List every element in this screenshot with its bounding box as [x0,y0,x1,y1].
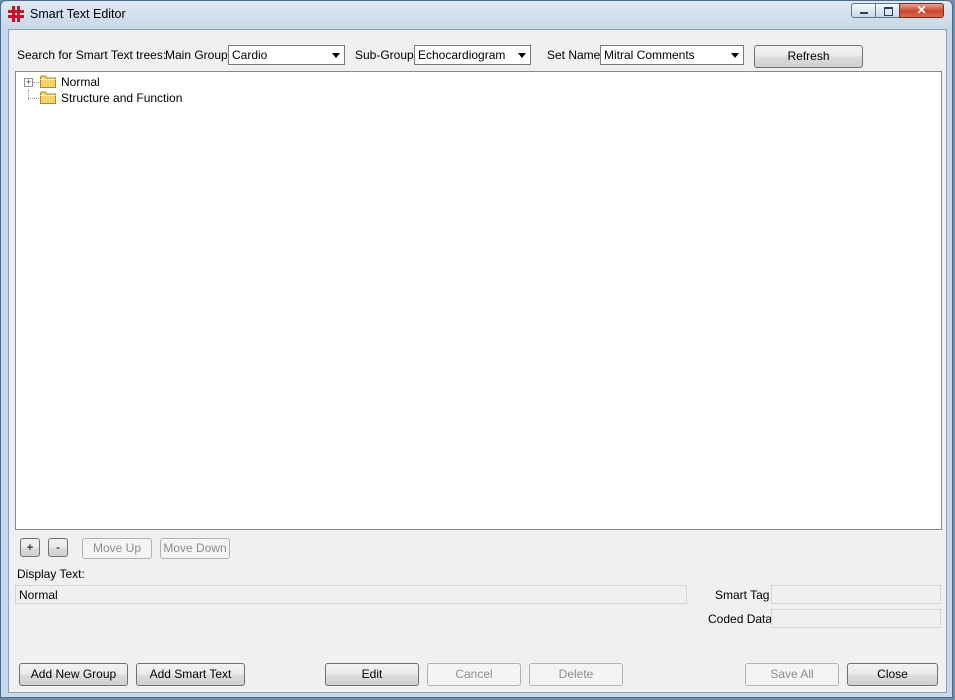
edit-button[interactable]: Edit [325,663,419,686]
maximize-icon [884,7,893,16]
window-controls: ✕ [851,3,944,18]
window-title: Smart Text Editor [30,7,126,21]
coded-data-label: Coded Data [708,612,773,626]
expand-icon[interactable]: + [24,78,33,87]
cancel-button[interactable]: Cancel [427,663,521,686]
smart-text-editor-window: Smart Text Editor ✕ Search for Smart Tex… [0,0,953,698]
app-cross-icon [8,6,24,22]
minimize-icon [860,12,868,14]
smart-tag-label: Smart Tag [715,588,770,602]
tree-connector [33,82,39,83]
folder-icon [40,91,56,104]
main-group-select[interactable]: Cardio [228,45,345,65]
search-label: Search for Smart Text trees: [17,48,167,62]
display-text-value: Normal [19,588,58,602]
move-up-button[interactable]: Move Up [82,538,152,559]
smart-text-tree[interactable]: + Normal Structure and Function [15,71,942,530]
set-name-label: Set Name [547,48,601,62]
tree-node-label: Structure and Function [61,91,183,105]
sub-group-select[interactable]: Echocardiogram [414,45,531,65]
client-area: Search for Smart Text trees: Main Group … [8,29,947,693]
smart-tag-field[interactable] [771,585,941,604]
folder-icon [40,75,56,88]
display-text-field[interactable]: Normal [15,585,687,604]
set-name-value: Mitral Comments [604,48,695,62]
tree-connector [28,98,39,99]
refresh-button[interactable]: Refresh [754,45,863,68]
minimize-button[interactable] [851,3,876,18]
display-text-label: Display Text: [17,567,85,581]
add-smart-text-button[interactable]: Add Smart Text [136,663,245,686]
main-group-label: Main Group [165,48,228,62]
delete-button[interactable]: Delete [529,663,623,686]
sub-group-value: Echocardiogram [418,48,506,62]
maximize-button[interactable] [875,3,900,18]
remove-node-button[interactable]: - [48,538,68,557]
coded-data-field[interactable] [771,609,941,628]
close-window-button[interactable]: ✕ [899,3,944,18]
sub-group-label: Sub-Group [355,48,414,62]
title-bar[interactable]: Smart Text Editor ✕ [1,1,952,28]
tree-node-label: Normal [61,75,100,89]
chevron-down-icon [332,53,340,58]
close-icon: ✕ [916,3,927,17]
add-node-button[interactable]: + [20,538,40,557]
chevron-down-icon [518,53,526,58]
close-button[interactable]: Close [847,663,938,686]
move-down-button[interactable]: Move Down [160,538,230,559]
chevron-down-icon [731,53,739,58]
main-group-value: Cardio [232,48,268,62]
set-name-select[interactable]: Mitral Comments [600,45,744,65]
tree-node-structure-and-function[interactable]: Structure and Function [20,90,220,106]
add-new-group-button[interactable]: Add New Group [19,663,128,686]
tree-node-normal[interactable]: + Normal [20,74,220,100]
save-all-button[interactable]: Save All [745,663,839,686]
